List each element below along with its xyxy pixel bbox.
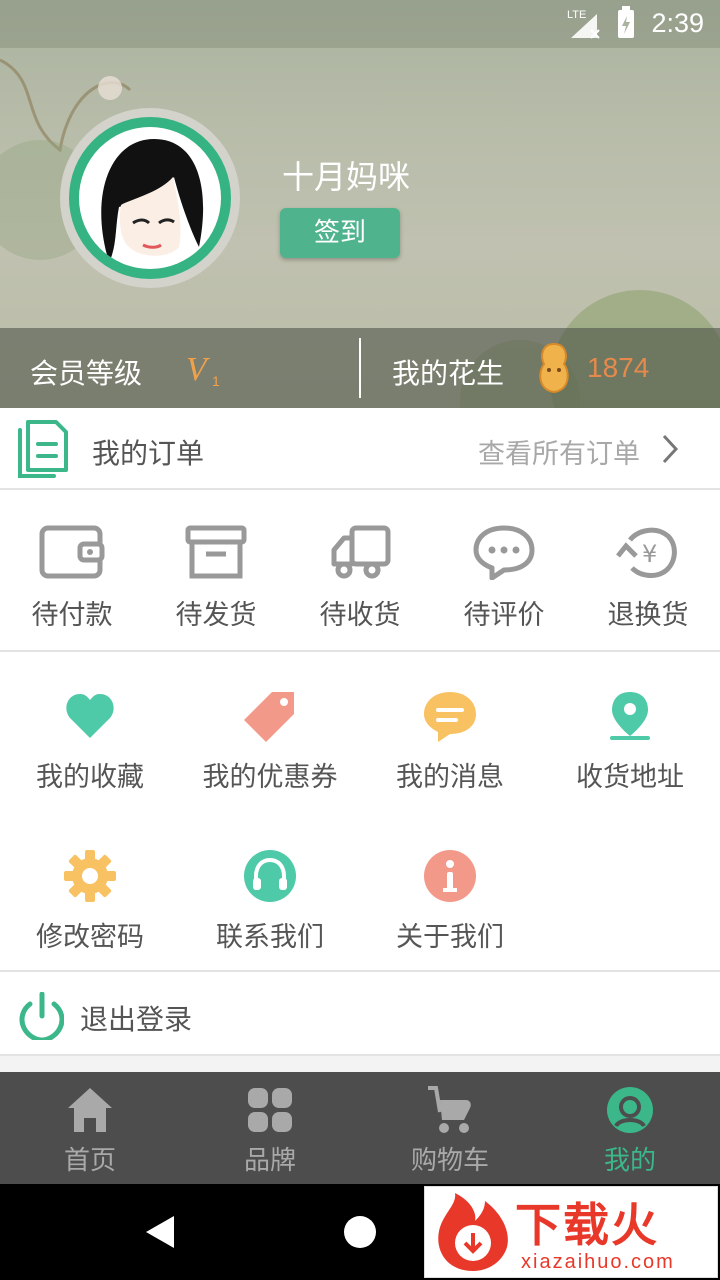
svg-text:¥: ¥	[642, 540, 657, 568]
headset-icon	[244, 850, 296, 902]
svg-text:1: 1	[212, 373, 220, 388]
location-icon	[610, 692, 650, 740]
clock: 2:39	[651, 7, 704, 38]
change-password-item[interactable]: 修改密码	[0, 812, 180, 962]
services-grid: 我的收藏 我的优惠券 我的消息 收货地址 修改密码 联系我们 关于我们	[0, 652, 720, 972]
logout-label: 退出登录	[80, 1003, 193, 1036]
my-orders-row[interactable]: 我的订单 查看所有订单	[0, 408, 720, 490]
order-status-to-receive[interactable]: 待收货	[288, 490, 432, 650]
watermark-brand: 下载火	[515, 1198, 659, 1252]
profile-icon	[607, 1087, 653, 1133]
vip-level-icon: V 1	[186, 351, 220, 388]
back-icon[interactable]	[144, 1214, 176, 1250]
peanut-icon	[539, 342, 569, 394]
truck-icon	[331, 525, 391, 579]
wallet-icon	[39, 525, 105, 579]
message-icon	[424, 692, 476, 742]
signal-icon: LTE	[567, 9, 601, 39]
power-icon	[19, 992, 64, 1040]
orders-document-icon	[18, 420, 68, 478]
view-all-orders-link[interactable]: 查看所有订单	[478, 432, 640, 471]
watermark: 下载火 xiazaihuo.com	[424, 1186, 718, 1278]
messages-item[interactable]: 我的消息	[360, 652, 540, 802]
order-status-returns[interactable]: ¥ 退换货	[576, 490, 720, 650]
svg-text:LTE: LTE	[567, 9, 586, 21]
tab-cart[interactable]: 购物车	[360, 1072, 540, 1184]
tag-icon	[244, 692, 294, 742]
about-us-item[interactable]: 关于我们	[360, 812, 540, 962]
divider	[359, 338, 361, 398]
home-nav-button[interactable]	[344, 1216, 376, 1248]
tab-home[interactable]: 首页	[0, 1072, 180, 1184]
spacer	[0, 1056, 720, 1072]
watermark-logo	[438, 1193, 508, 1271]
chevron-right-icon	[662, 434, 679, 464]
svg-text:V: V	[186, 351, 211, 388]
addresses-item[interactable]: 收货地址	[540, 652, 720, 802]
order-status-pending-payment[interactable]: 待付款	[0, 490, 144, 650]
screen: LTE 2:39 十月妈咪 签到 会员等级 V 1 我的花生 1874 我的订单…	[0, 0, 720, 1280]
gear-icon	[64, 850, 116, 902]
username: 十月妈咪	[282, 158, 411, 196]
member-bar: 会员等级 V 1 我的花生 1874	[0, 328, 720, 408]
order-status-grid: 待付款 待发货 待收货 待评价 ¥ 退换货	[0, 490, 720, 652]
heart-icon	[66, 694, 114, 738]
peanut-label[interactable]: 我的花生	[392, 352, 504, 392]
stroller-icon	[428, 1086, 471, 1133]
tab-mine[interactable]: 我的	[540, 1072, 720, 1184]
profile-header: LTE 2:39 十月妈咪 签到 会员等级 V 1 我的花生 1874	[0, 0, 720, 408]
coupons-item[interactable]: 我的优惠券	[180, 652, 360, 802]
avatar-illustration	[101, 139, 204, 262]
battery-icon	[618, 6, 635, 38]
order-status-to-review[interactable]: 待评价	[432, 490, 576, 650]
my-orders-title: 我的订单	[92, 437, 205, 470]
info-icon	[424, 850, 476, 902]
contact-us-item[interactable]: 联系我们	[180, 812, 360, 962]
home-icon	[68, 1088, 112, 1132]
favorites-item[interactable]: 我的收藏	[0, 652, 180, 802]
grid-icon	[248, 1088, 292, 1132]
checkin-button[interactable]: 签到	[280, 208, 400, 258]
comment-icon	[473, 525, 535, 580]
avatar[interactable]	[60, 108, 240, 288]
status-bar: LTE 2:39	[0, 0, 720, 48]
watermark-url: xiazaihuo.com	[521, 1251, 675, 1273]
box-icon	[185, 525, 247, 579]
logout-row[interactable]: 退出登录	[0, 974, 720, 1056]
tab-brands[interactable]: 品牌	[180, 1072, 360, 1184]
member-level-label[interactable]: 会员等级	[30, 352, 142, 392]
peanut-count: 1874	[587, 352, 650, 383]
bottom-tab-bar: 首页 品牌 购物车 我的	[0, 1072, 720, 1184]
refund-icon: ¥	[616, 527, 677, 578]
order-status-to-ship[interactable]: 待发货	[144, 490, 288, 650]
